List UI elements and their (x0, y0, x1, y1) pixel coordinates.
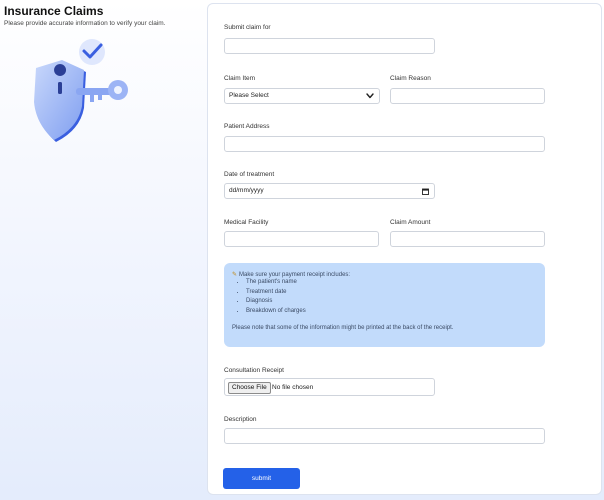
claim-item-label: Claim Item (224, 75, 256, 82)
description-input[interactable] (224, 428, 545, 444)
file-status: No file chosen (272, 384, 314, 391)
date-of-treatment-input[interactable]: dd/mm/yyyy (224, 183, 435, 199)
date-placeholder: dd/mm/yyyy (229, 187, 264, 194)
chevron-down-icon (366, 93, 374, 99)
info-note: Please note that some of the information… (232, 325, 454, 331)
medical-facility-label: Medical Facility (224, 219, 269, 226)
claim-form: Submit claim for Claim Item Please Selec… (207, 3, 602, 495)
claim-amount-label: Claim Amount (390, 219, 431, 226)
list-item: The patient's name (246, 278, 306, 288)
page-title: Insurance Claims (4, 4, 104, 18)
list-item: Diagnosis (246, 297, 306, 307)
patient-address-input[interactable] (224, 136, 545, 152)
claim-reason-input[interactable] (390, 88, 545, 104)
receipt-info-box: ✎ Make sure your payment receipt includes… (224, 263, 545, 347)
claim-item-select[interactable]: Please Select (224, 88, 380, 104)
info-heading: ✎ Make sure your payment receipt includes… (232, 271, 350, 278)
choose-file-button[interactable]: Choose File (228, 382, 271, 394)
claim-item-selected: Please Select (229, 92, 269, 99)
medical-facility-input[interactable] (224, 231, 379, 247)
checkmark-bubble-icon (79, 39, 105, 65)
submit-button[interactable]: submit (223, 468, 300, 489)
claim-amount-input[interactable] (390, 231, 545, 247)
calendar-icon[interactable] (422, 188, 429, 195)
receipt-requirements-list: The patient's name Treatment date Diagno… (232, 278, 306, 316)
patient-address-label: Patient Address (224, 123, 270, 130)
claim-reason-label: Claim Reason (390, 75, 431, 82)
list-item: Treatment date (246, 288, 306, 298)
shield-icon (34, 60, 86, 142)
left-panel: Insurance Claims Please provide accurate… (0, 0, 205, 500)
consultation-receipt-label: Consultation Receipt (224, 367, 284, 374)
submit-for-label: Submit claim for (224, 24, 271, 31)
page-subtitle: Please provide accurate information to v… (4, 20, 166, 27)
file-input[interactable]: Choose File No file chosen (224, 378, 435, 396)
submit-for-input[interactable] (224, 38, 435, 54)
date-of-treatment-label: Date of treatment (224, 171, 275, 178)
list-item: Breakdown of charges (246, 307, 306, 317)
description-label: Description (224, 416, 257, 423)
shield-key-illustration (34, 39, 128, 142)
